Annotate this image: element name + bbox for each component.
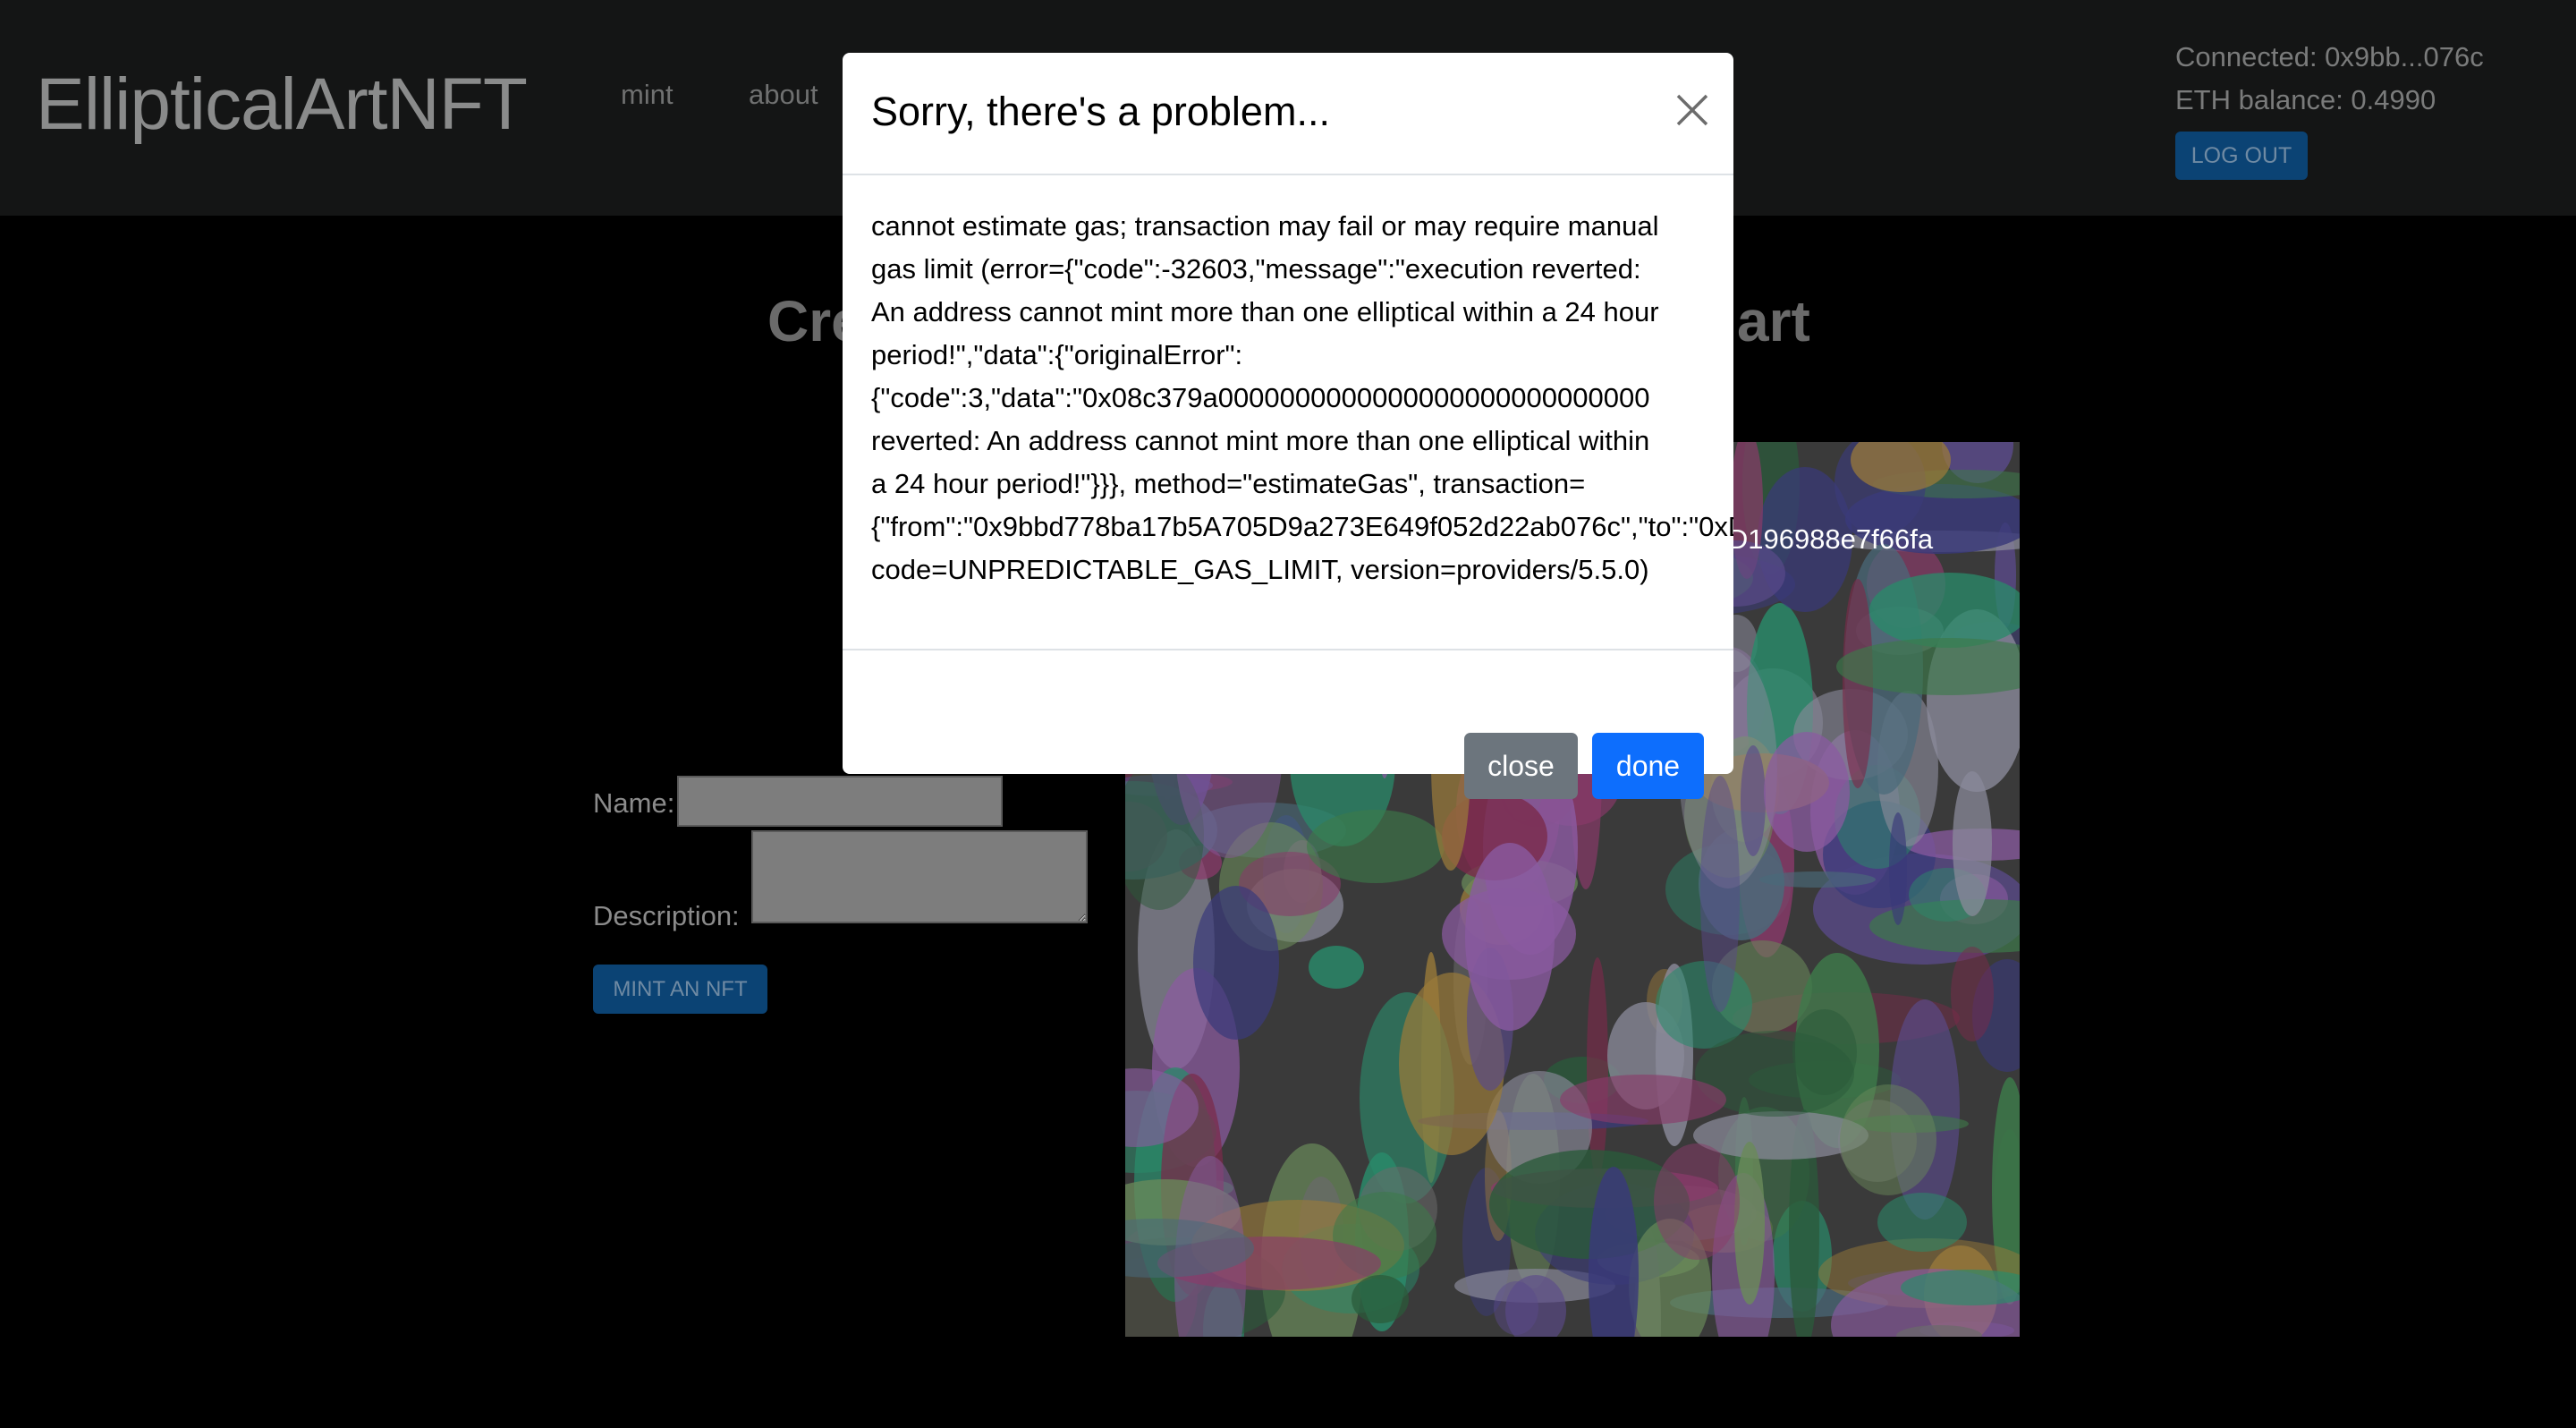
art-ellipse bbox=[1656, 961, 1752, 1049]
done-button[interactable]: done bbox=[1592, 733, 1704, 799]
name-label: Name: bbox=[593, 787, 675, 819]
art-ellipse bbox=[1352, 1275, 1409, 1323]
art-ellipse bbox=[1734, 1142, 1765, 1305]
error-line: a 24 hour period!"}}}, method="estimateG… bbox=[871, 468, 1586, 499]
art-ellipse bbox=[1465, 843, 1555, 1031]
description-textarea[interactable] bbox=[751, 830, 1088, 923]
art-ellipse bbox=[1700, 776, 1740, 1012]
art-ellipse bbox=[1741, 745, 1766, 856]
logout-button[interactable]: LOG OUT bbox=[2175, 132, 2308, 180]
art-ellipse bbox=[1951, 947, 1994, 1041]
art-ellipse bbox=[1654, 1143, 1740, 1260]
error-line: cannot estimate gas; transaction may fai… bbox=[871, 210, 1659, 242]
modal-title: Sorry, there's a problem... bbox=[871, 89, 1330, 134]
error-line: {"from":"0x9bbd778ba17b5A705D9a273E649f0… bbox=[871, 511, 1733, 542]
art-ellipse bbox=[1560, 1075, 1726, 1125]
nav-link-about[interactable]: about bbox=[749, 79, 818, 111]
art-ellipse bbox=[1877, 1193, 1967, 1252]
error-line: {"code":3,"data":"0x08c379a0000000000000… bbox=[871, 382, 1650, 413]
art-ellipse bbox=[1889, 812, 1907, 925]
art-ellipse bbox=[1307, 810, 1445, 883]
modal-body: cannot estimate gas; transaction may fai… bbox=[871, 205, 1855, 591]
error-line: code=UNPREDICTABLE_GAS_LIMIT, version=pr… bbox=[871, 554, 1649, 585]
art-ellipse bbox=[1587, 957, 1608, 1177]
name-input[interactable] bbox=[677, 776, 1003, 827]
art-ellipse bbox=[1193, 886, 1279, 1040]
error-line: gas limit (error={"code":-32603,"message… bbox=[871, 253, 1641, 285]
error-modal: Sorry, there's a problem... cannot estim… bbox=[843, 53, 1733, 799]
error-line: period!","data":{"originalError": bbox=[871, 339, 1243, 370]
art-ellipse bbox=[1764, 732, 1850, 852]
eth-balance: ETH balance: 0.4990 bbox=[2175, 84, 2436, 115]
mint-nft-button[interactable]: MINT AN NFT bbox=[593, 965, 767, 1014]
connected-address: Connected: 0x9bb...076c bbox=[2175, 41, 2484, 72]
art-ellipse bbox=[1840, 1084, 1936, 1195]
close-button[interactable]: close bbox=[1464, 733, 1578, 799]
modal-header: Sorry, there's a problem... bbox=[843, 53, 1733, 175]
description-label: Description: bbox=[593, 900, 740, 931]
art-ellipse bbox=[1953, 771, 1992, 916]
nav-link-mint[interactable]: mint bbox=[621, 79, 674, 111]
brand-logo[interactable]: EllipticalArtNFT bbox=[36, 63, 528, 147]
modal-footer: close done bbox=[843, 649, 1733, 799]
close-icon[interactable] bbox=[1673, 90, 1712, 130]
art-ellipse bbox=[1759, 871, 1876, 888]
error-line: reverted: An address cannot mint more th… bbox=[871, 425, 1650, 456]
art-ellipse bbox=[1309, 946, 1364, 989]
art-ellipse bbox=[1494, 1281, 1538, 1335]
error-line: An address cannot mint more than one ell… bbox=[871, 296, 1659, 327]
